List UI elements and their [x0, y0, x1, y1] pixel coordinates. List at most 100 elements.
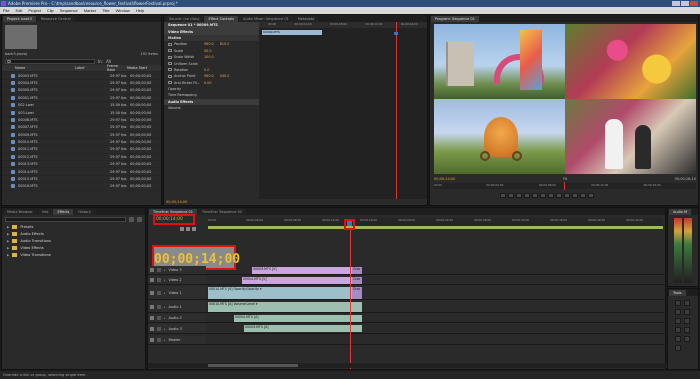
program-current-timecode[interactable]: 00;00;14;00: [434, 177, 455, 181]
clip-video-3[interactable]: 00009.MTS [V]: [252, 267, 352, 274]
collapse-triangle-icon[interactable]: ▸: [164, 338, 166, 342]
column-name[interactable]: Name: [15, 66, 75, 70]
property-value-2[interactable]: 810.0: [220, 42, 230, 46]
step-back-button[interactable]: [524, 193, 530, 198]
lift-button[interactable]: [572, 193, 578, 198]
project-item[interactable]: 00006.MTS 29.97 fps 00;00;00;00: [2, 117, 161, 125]
program-playhead[interactable]: [564, 182, 565, 190]
clip-audio-2[interactable]: 00004.MTS [A]: [234, 315, 362, 322]
property-value-1[interactable]: 50.0: [204, 49, 212, 53]
project-item[interactable]: 00007.MTS 29.97 fps 00;00;00;00: [2, 124, 161, 132]
menu-help[interactable]: Help: [136, 8, 144, 13]
column-frame-rate[interactable]: Frame Rate: [107, 64, 127, 72]
project-item[interactable]: 00013.MTS 29.97 fps 00;00;00;00: [2, 161, 161, 169]
new-bin-icon[interactable]: [129, 216, 134, 222]
property-value-1[interactable]: 0.00: [204, 81, 212, 85]
track-select-tool-icon[interactable]: [684, 300, 690, 306]
effects-folder[interactable]: ▶ Video Effects: [2, 244, 145, 251]
menu-file[interactable]: File: [3, 8, 9, 13]
go-to-in-button[interactable]: [516, 193, 522, 198]
minimize-button[interactable]: [672, 1, 680, 6]
stopwatch-icon[interactable]: [168, 74, 172, 78]
clip-audio-1[interactable]: 00010.MTS [A] Volume:Level ▾: [208, 302, 362, 312]
tab-info[interactable]: Info: [37, 209, 53, 215]
stopwatch-icon[interactable]: [168, 68, 172, 72]
effects-folder[interactable]: ▶ Presets: [2, 223, 145, 230]
play-button[interactable]: [532, 193, 538, 198]
property-value-1[interactable]: 960.0: [204, 74, 214, 78]
collapse-triangle-icon[interactable]: ▸: [164, 327, 166, 331]
trim-button[interactable]: [588, 193, 594, 198]
playhead-handle[interactable]: [347, 221, 352, 226]
project-item[interactable]: 00015.MTS 29.97 fps 00;00;00;00: [2, 176, 161, 184]
track-header[interactable]: ▸ Video 3: [148, 266, 206, 274]
loop-button[interactable]: [556, 193, 562, 198]
effects-folder[interactable]: ▶ Video Transitions: [2, 251, 145, 258]
maximize-button[interactable]: [681, 1, 689, 6]
project-item[interactable]: 003.Lwei 15.00 fps 00;00;00;00: [2, 109, 161, 117]
tab-project[interactable]: Project: back3: [3, 16, 36, 22]
snap-icon[interactable]: [180, 227, 184, 231]
lock-icon[interactable]: [157, 304, 161, 309]
effect-keyframe-area[interactable]: 00;00 00;00;04;00 00;00;08;00 00;00;12;00 00…: [259, 22, 427, 199]
hand-tool-icon[interactable]: [684, 336, 690, 342]
menu-title[interactable]: Title: [102, 8, 109, 13]
razor-tool-icon[interactable]: [684, 318, 690, 324]
project-item[interactable]: 00001.MTS 29.97 fps 00;00;00;00: [2, 95, 161, 102]
program-video-frame[interactable]: [434, 24, 696, 174]
program-fit-select[interactable]: Fit: [563, 177, 567, 181]
rolling-edit-tool-icon[interactable]: [684, 309, 690, 315]
eye-icon[interactable]: [150, 278, 154, 282]
safe-margins-button[interactable]: [564, 193, 570, 198]
effects-search-input[interactable]: [5, 216, 126, 222]
track-header[interactable]: ▸ Audio 3: [148, 324, 206, 333]
column-label[interactable]: Label: [75, 66, 95, 70]
menu-sequence[interactable]: Sequence: [60, 8, 78, 13]
project-item[interactable]: 00003.MTS 29.97 fps 00;00;00;00: [2, 72, 161, 80]
effects-folder[interactable]: ▶ Audio Effects: [2, 230, 145, 237]
program-ruler[interactable]: 00;00 00;00;04;00 00;00;08;00 00;00;12;00 00…: [434, 183, 696, 189]
pen-tool-icon[interactable]: [675, 336, 681, 342]
effect-playhead[interactable]: [396, 22, 397, 199]
column-media-start[interactable]: Media Start: [127, 66, 157, 70]
collapse-triangle-icon[interactable]: ▸: [164, 278, 166, 282]
ripple-edit-tool-icon[interactable]: [675, 309, 681, 315]
eye-icon[interactable]: [150, 304, 154, 309]
slip-tool-icon[interactable]: [675, 327, 681, 333]
marker-icon[interactable]: [186, 227, 190, 231]
property-value-1[interactable]: 0.0: [204, 68, 209, 72]
tab-program[interactable]: Program: Sequence 01: [431, 16, 479, 22]
close-button[interactable]: [690, 1, 698, 6]
expand-triangle-icon[interactable]: ▶: [7, 239, 9, 243]
expand-triangle-icon[interactable]: ▶: [7, 232, 9, 236]
timeline-track[interactable]: ▸ Video 3: [148, 266, 667, 275]
menu-clip[interactable]: Clip: [47, 8, 54, 13]
eye-icon[interactable]: [150, 290, 154, 295]
effect-controls-timecode[interactable]: 00;00;14;00: [166, 200, 187, 204]
timeline-track[interactable]: ▸ Audio 2: [148, 314, 667, 323]
tab-resource-central[interactable]: Resource Central: [36, 16, 75, 22]
track-header[interactable]: ▸ Master: [148, 336, 206, 344]
stopwatch-icon[interactable]: [168, 55, 172, 59]
lock-icon[interactable]: [157, 326, 161, 331]
stopwatch-icon[interactable]: [168, 42, 172, 46]
project-search-input[interactable]: [5, 59, 95, 64]
project-item[interactable]: 00014.MTS 29.97 fps 00;00;00;00: [2, 168, 161, 176]
delete-icon[interactable]: [137, 216, 142, 222]
track-header[interactable]: ▸ Audio 1: [148, 301, 206, 312]
eye-icon[interactable]: [150, 338, 154, 342]
project-item[interactable]: 00010.MTS 29.97 fps 00;00;00;00: [2, 139, 161, 147]
zoom-tool-icon[interactable]: [675, 345, 681, 351]
timeline-track[interactable]: ▸ Master: [148, 336, 667, 345]
rate-stretch-tool-icon[interactable]: [675, 318, 681, 324]
extract-button[interactable]: [580, 193, 586, 198]
track-header[interactable]: ▸ Audio 2: [148, 314, 206, 322]
menu-marker[interactable]: Marker: [84, 8, 96, 13]
tab-sequence-02[interactable]: Timeline: Sequence 02: [198, 209, 247, 215]
project-item[interactable]: 002.Lwei 15.00 fps 00;00;00;00: [2, 102, 161, 110]
work-area-bar[interactable]: [208, 226, 663, 229]
expand-triangle-icon[interactable]: ▶: [7, 253, 9, 257]
lock-icon[interactable]: [157, 268, 161, 272]
collapse-triangle-icon[interactable]: ▸: [164, 316, 166, 320]
collapse-triangle-icon[interactable]: ▸: [164, 305, 166, 309]
